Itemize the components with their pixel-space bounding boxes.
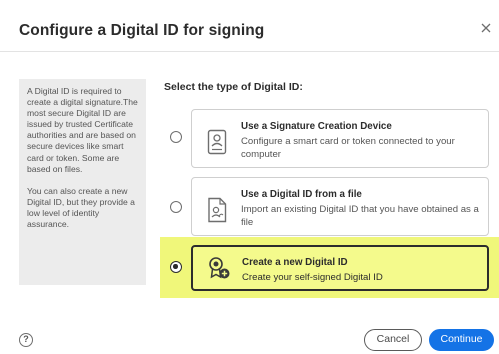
option-description: Create your self-signed Digital ID — [242, 272, 383, 283]
help-icon[interactable]: ? — [19, 333, 33, 347]
option-title: Create a new Digital ID — [242, 257, 348, 268]
option-title: Use a Signature Creation Device — [241, 121, 392, 132]
file-certificate-icon — [207, 197, 227, 223]
header-divider — [0, 51, 499, 52]
close-icon[interactable] — [478, 20, 494, 36]
option-description: Import an existing Digital ID that you h… — [241, 204, 479, 228]
new-digital-id-icon — [208, 256, 230, 280]
option-create-digital-id[interactable]: Create a new Digital ID Create your self… — [191, 245, 489, 291]
option-title: Use a Digital ID from a file — [241, 189, 362, 200]
id-card-icon — [207, 129, 227, 155]
option-description: Configure a smart card or token connecte… — [241, 136, 455, 160]
option-digital-id-file[interactable]: Use a Digital ID from a file Import an e… — [191, 177, 489, 236]
cancel-button[interactable]: Cancel — [364, 329, 422, 351]
radio-create-digital-id[interactable] — [170, 261, 182, 273]
continue-button[interactable]: Continue — [429, 329, 494, 351]
radio-signature-device[interactable] — [170, 131, 182, 143]
info-paragraph-1: A Digital ID is required to create a dig… — [27, 86, 138, 174]
radio-digital-id-file[interactable] — [170, 201, 182, 213]
select-type-heading: Select the type of Digital ID: — [164, 81, 303, 93]
dialog-title: Configure a Digital ID for signing — [19, 22, 265, 39]
option-signature-device[interactable]: Use a Signature Creation Device Configur… — [191, 109, 489, 168]
info-paragraph-2: You can also create a new Digital ID, bu… — [27, 185, 135, 230]
info-panel: A Digital ID is required to create a dig… — [19, 79, 146, 285]
configure-digital-id-dialog: Configure a Digital ID for signing A Dig… — [0, 0, 499, 354]
